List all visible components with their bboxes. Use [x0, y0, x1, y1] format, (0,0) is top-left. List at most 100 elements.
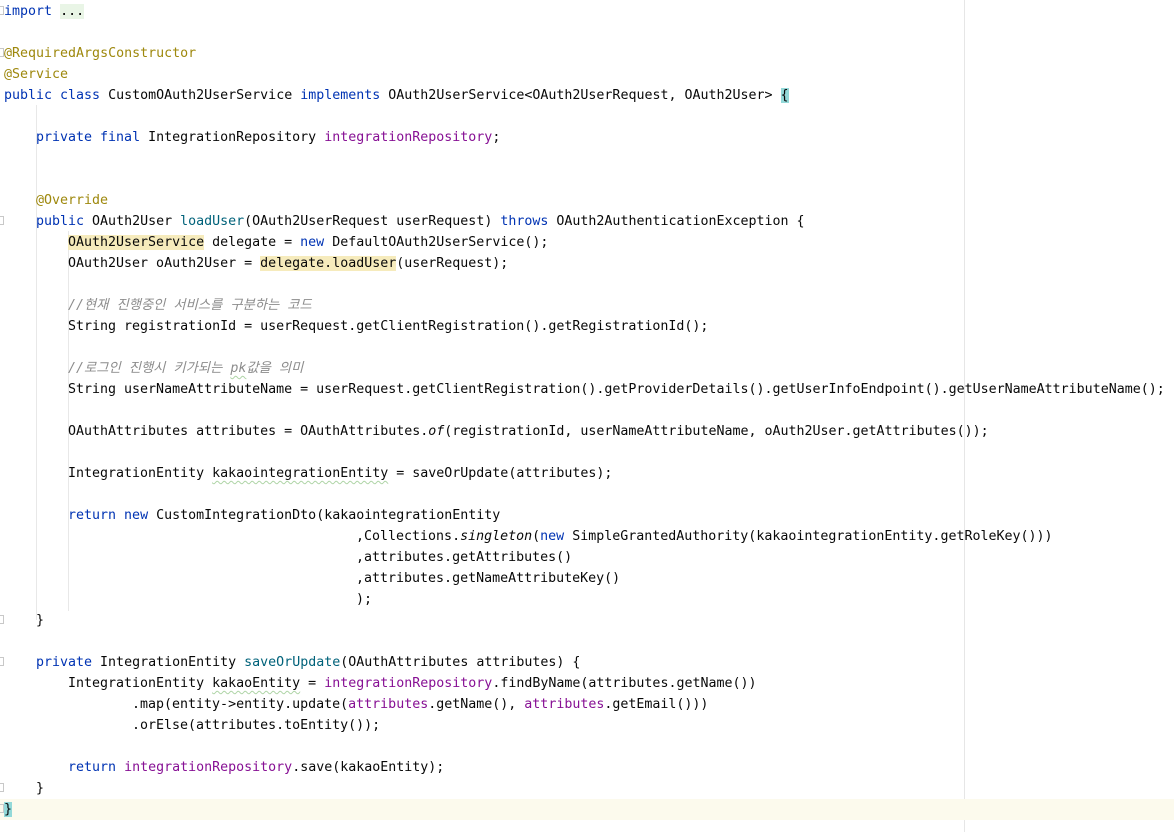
annotation: @RequiredArgsConstructor [4, 46, 197, 61]
field-name: integrationRepository [324, 676, 493, 691]
code-text: (registrationId, userNameAttributeName, … [444, 424, 989, 439]
code-text: String userNameAttributeName = userReque… [68, 382, 1165, 397]
code-text: SimpleGrantedAuthority(kakaointegrationE… [564, 529, 1053, 544]
code-text: OAuth2User [92, 214, 181, 229]
code-line: OAuth2User oAuth2User = delegate.loadUse… [68, 253, 508, 274]
code-text: ,Collections. [356, 529, 461, 544]
code-line-method-signature: public OAuth2User loadUser(OAuth2UserReq… [36, 211, 805, 232]
code-line-import: import ... [4, 1, 85, 22]
keyword: new [116, 508, 149, 523]
code-line: String registrationId = userRequest.getC… [68, 316, 708, 337]
comment: //현재 진행중인 서비스를 구분하는 코드 [68, 298, 312, 313]
annotation: @Override [36, 193, 109, 208]
code-text: (userRequest); [396, 256, 509, 271]
typo-identifier: kakaointegrationEntity [212, 466, 389, 481]
code-text: ,attributes.getNameAttributeKey() [356, 571, 621, 586]
keyword: return [68, 508, 117, 523]
keyword: import [4, 4, 53, 19]
code-text: OAuth2UserService<OAuth2UserRequest, OAu… [388, 88, 781, 103]
code-line: .orElse(attributes.toEntity()); [132, 715, 380, 736]
code-text: delegate = [204, 235, 301, 250]
code-line: IntegrationEntity kakaoEntity = integrat… [68, 673, 757, 694]
field-name: integrationRepository [324, 130, 493, 145]
keyword: private [36, 655, 101, 670]
code-line-return: return new CustomIntegrationDto(kakaoint… [68, 505, 500, 526]
keyword: return [68, 760, 117, 775]
code-line: ,attributes.getAttributes() [356, 547, 572, 568]
code-text: String registrationId = userRequest.getC… [68, 319, 709, 334]
code-line: } [36, 610, 44, 631]
code-text: .getName(), [428, 697, 525, 712]
captured-variable: attributes [348, 697, 429, 712]
fold-marker-icon[interactable] [0, 783, 4, 792]
highlighted-identifier: OAuth2UserService [68, 235, 205, 250]
comment-typo: pk [230, 361, 247, 376]
method-name: saveOrUpdate [244, 655, 341, 670]
comment: 값을 의미 [246, 361, 304, 376]
code-text: } [36, 781, 45, 796]
code-line: .map(entity->entity.update(attributes.ge… [132, 694, 708, 715]
code-line-return: return integrationRepository.save(kakaoE… [68, 757, 444, 778]
code-text: IntegrationEntity [68, 466, 213, 481]
class-name: CustomOAuth2UserService [108, 88, 293, 103]
code-text: ( [532, 529, 541, 544]
fold-marker-icon[interactable] [0, 216, 4, 225]
captured-variable: attributes [524, 697, 605, 712]
matched-brace: { [780, 88, 789, 103]
field-name: integrationRepository [124, 760, 293, 775]
code-text: ); [356, 592, 373, 607]
code-line-annotation: @Service [4, 64, 68, 85]
code-line-comment: //로그인 진행시 키가되는 pk값을 의미 [68, 358, 303, 379]
code-text: OAuth2User oAuth2User = [68, 256, 261, 271]
indent-guide [36, 105, 37, 620]
keyword: new [300, 235, 325, 250]
code-text: = [300, 676, 325, 691]
static-method: of [428, 424, 445, 439]
code-line: ,attributes.getNameAttributeKey() [356, 568, 620, 589]
code-line: String userNameAttributeName = userReque… [68, 379, 1165, 400]
code-line-field: private final IntegrationRepository inte… [36, 127, 500, 148]
folded-imports[interactable]: ... [60, 4, 85, 19]
code-line: OAuthAttributes attributes = OAuthAttrib… [68, 421, 989, 442]
code-text: .findByName(attributes.getName()) [492, 676, 757, 691]
code-text: ; [492, 130, 501, 145]
code-text: = saveOrUpdate(attributes); [388, 466, 613, 481]
code-text: } [36, 613, 45, 628]
highlighted-identifier: delegate.loadUser [260, 256, 397, 271]
fold-marker-icon[interactable] [0, 615, 4, 624]
code-text: IntegrationEntity [68, 676, 213, 691]
code-line: ); [356, 589, 372, 610]
matched-brace: } [4, 802, 13, 817]
code-editor[interactable]: import ... @RequiredArgsConstructor @Ser… [0, 0, 1174, 832]
keyword: implements [292, 88, 389, 103]
code-text: (OAuth2UserRequest userRequest) [244, 214, 501, 229]
code-line-annotation: @Override [36, 190, 108, 211]
code-line-class-declaration: public class CustomOAuth2UserService imp… [4, 85, 789, 106]
code-line-comment: //현재 진행중인 서비스를 구분하는 코드 [68, 295, 312, 316]
code-text: IntegrationRepository [148, 130, 325, 145]
code-line: IntegrationEntity kakaointegrationEntity… [68, 463, 612, 484]
current-line-highlight [0, 799, 1174, 820]
keyword: private final [36, 130, 149, 145]
keyword: throws [500, 214, 549, 229]
static-method: singleton [460, 529, 533, 544]
typo-identifier: kakaoEntity [212, 676, 301, 691]
method-name: loadUser [180, 214, 245, 229]
code-text: CustomIntegrationDto(kakaointegrationEnt… [148, 508, 501, 523]
code-text: ,attributes.getAttributes() [356, 550, 573, 565]
code-text: .getEmail())) [604, 697, 709, 712]
code-line-current: } [4, 799, 13, 820]
code-line: ,Collections.singleton(new SimpleGranted… [356, 526, 1053, 547]
code-text: OAuth2AuthenticationException { [548, 214, 805, 229]
keyword: public class [4, 88, 109, 103]
fold-marker-icon[interactable] [0, 657, 4, 666]
code-text: IntegrationEntity [100, 655, 245, 670]
keyword: public [36, 214, 93, 229]
code-line: OAuth2UserService delegate = new Default… [68, 232, 548, 253]
comment: //로그인 진행시 키가되는 [68, 361, 231, 376]
right-margin-guide [964, 0, 965, 832]
annotation: @Service [4, 67, 69, 82]
code-text: DefaultOAuth2UserService(); [324, 235, 549, 250]
code-line-annotation: @RequiredArgsConstructor [4, 43, 196, 64]
